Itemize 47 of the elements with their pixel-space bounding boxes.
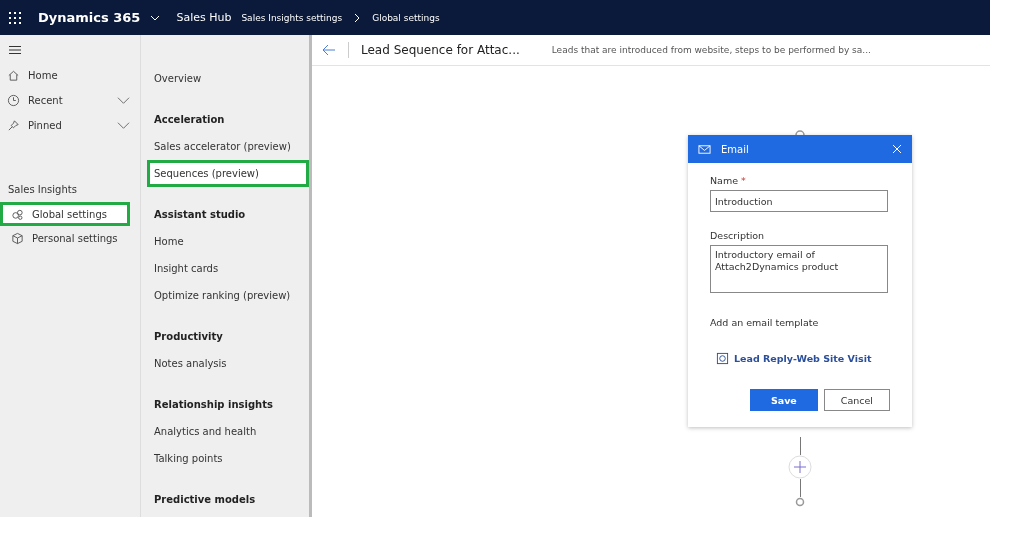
settings-nav-item[interactable]: Talking points [141,445,309,472]
settings-nav-item[interactable]: Insight cards [141,255,309,282]
section-heading: Sales Insights [8,182,78,197]
cancel-button[interactable]: Cancel [823,389,890,411]
pin-icon [7,119,20,132]
field-label: Name * [710,175,747,186]
settings-nav-item[interactable]: Sales accelerator (preview) [141,133,309,160]
settings-nav-item[interactable]: Home [141,228,309,255]
settings-nav-item[interactable]: Optimize ranking (preview) [141,282,309,309]
breadcrumb-item[interactable]: Sales Insights settings [241,12,343,23]
sequence-description: Leads that are introduced from website, steps to be performed by sa... [551,45,871,55]
app-name[interactable]: Dynamics 365 [38,10,141,25]
save-button[interactable]: Save [749,389,818,411]
template-icon [716,352,729,365]
settings-nav-item[interactable]: Sequences (preview) [147,160,309,187]
app-launcher-icon[interactable] [8,10,22,25]
nav-item[interactable]: Home [0,63,140,88]
name-field[interactable]: Introduction [710,190,888,212]
section-label: Add an email template [710,317,820,328]
card-title: Email [721,143,750,155]
nav-item[interactable]: Recent [0,88,140,113]
menu-icon[interactable] [9,45,21,55]
home-icon [7,69,20,82]
breadcrumb-item[interactable]: Global settings [372,12,440,23]
gears-icon [11,207,24,221]
cube-icon [11,231,24,245]
clock-icon [7,94,20,107]
settings-nav-item[interactable]: Notes analysis [141,350,309,377]
description-field[interactable]: Introductory email of Attach2Dynamics product [710,245,888,293]
group-heading: Predictive models [153,493,257,507]
template-link[interactable]: Lead Reply-Web Site Visit [716,352,890,365]
nav-item[interactable]: Pinned [0,113,140,138]
nav-item[interactable]: Global settings [0,202,130,226]
settings-nav-item[interactable]: Overview [141,65,309,92]
back-arrow-icon[interactable] [322,44,336,56]
close-icon[interactable] [892,144,902,154]
app-area[interactable]: Sales Hub [176,11,232,24]
group-heading: Acceleration [153,113,226,127]
field-label: Description [710,230,766,241]
settings-nav-item[interactable]: Analytics and health [141,418,309,445]
envelope-icon [698,142,711,156]
group-heading: Assistant studio [153,208,247,222]
group-heading: Productivity [153,330,224,344]
group-heading: Relationship insights [153,398,274,412]
nav-item[interactable]: Personal settings [0,226,130,250]
sequence-title: Lead Sequence for Attac... [361,43,520,57]
connector-node [795,497,805,507]
